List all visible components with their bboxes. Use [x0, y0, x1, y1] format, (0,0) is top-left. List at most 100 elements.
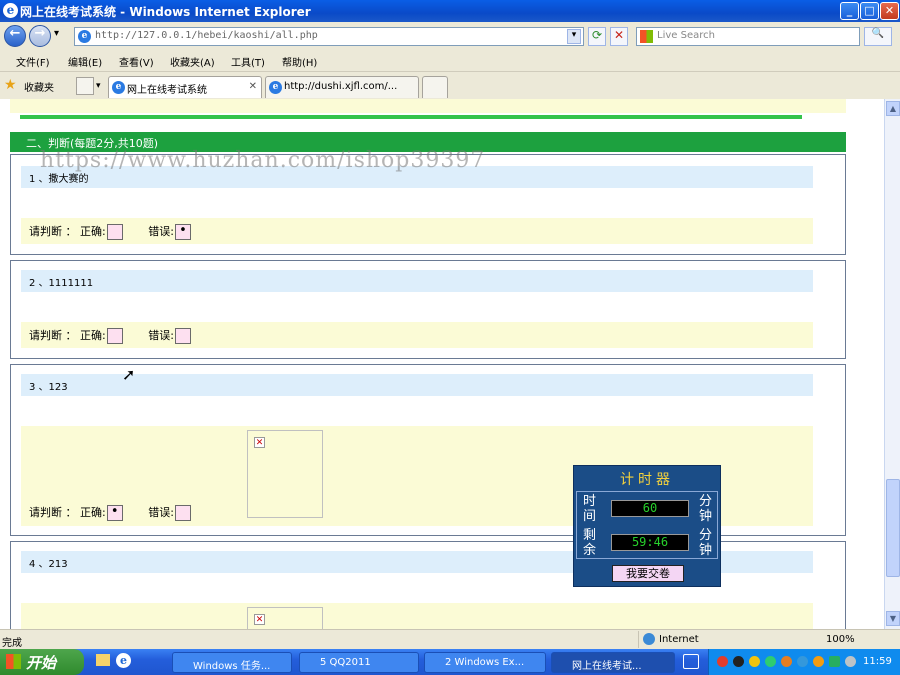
ie-tab-icon: e	[269, 81, 282, 94]
broken-image-icon: ✕	[254, 437, 265, 448]
zoom-level[interactable]: 100%	[826, 634, 855, 645]
close-button[interactable]: ✕	[880, 2, 899, 20]
question-card-2: 2 、1111111 请判断 ： 正确: 错误:	[10, 260, 846, 359]
menu-view[interactable]: 查看(V)	[119, 54, 154, 69]
scroll-up-icon[interactable]: ▲	[886, 101, 900, 116]
language-bar-icon[interactable]	[683, 654, 699, 669]
remaining-time-display: 59:46	[611, 534, 689, 551]
menu-file[interactable]: 文件(F)	[16, 54, 50, 69]
remaining-time-label: 剩余	[583, 528, 597, 558]
window-title-bar[interactable]: e 网上在线考试系统 - Windows Internet Explorer _…	[0, 0, 900, 22]
broken-image: ✕	[247, 430, 323, 518]
folder-quicklaunch-icon[interactable]	[96, 654, 110, 666]
wrong-label: 错误:	[148, 329, 174, 342]
judge-row: 请判断 ： 正确: 错误:	[29, 327, 213, 344]
judge-row: 请判断 ： 正确: • 错误:	[29, 504, 213, 521]
exam-timer: 计时器 时间 60 分钟 剩余 59:46 分钟 我要交卷	[573, 465, 721, 587]
task-windows-explorer[interactable]: 2 Windows Ex...	[424, 652, 546, 673]
tray-app-icon[interactable]	[765, 656, 776, 667]
tray-app-icon[interactable]	[797, 656, 808, 667]
menu-help[interactable]: 帮助(H)	[282, 54, 317, 69]
tray-app-icon[interactable]	[717, 656, 728, 667]
maximize-button[interactable]: □	[860, 2, 879, 20]
tray-qq-icon[interactable]	[781, 656, 792, 667]
ie-logo-icon: e	[3, 3, 18, 18]
quick-tabs-icon[interactable]	[76, 77, 94, 95]
tray-app-icon[interactable]	[829, 656, 840, 667]
ie-tab-icon: e	[112, 81, 125, 94]
question-title: 2 、1111111	[21, 270, 813, 292]
menu-edit[interactable]: 编辑(E)	[68, 54, 102, 69]
radio-correct[interactable]: •	[106, 505, 123, 521]
vertical-scrollbar[interactable]: ▲ ▼	[884, 99, 900, 629]
search-button[interactable]: 🔍	[864, 27, 892, 46]
history-dropdown-icon[interactable]: ▾	[54, 28, 59, 39]
globe-icon	[643, 633, 655, 645]
tab-label: 网上在线考试系统	[127, 85, 207, 96]
search-input[interactable]: Live Search	[636, 27, 860, 46]
refresh-button[interactable]: ⟳	[588, 27, 606, 46]
tray-shield-icon[interactable]	[813, 656, 824, 667]
tab-exam-system[interactable]: e 网上在线考试系统 ✕	[108, 76, 262, 98]
timer-panel: 时间 60 分钟 剩余 59:46 分钟	[576, 491, 718, 559]
address-text: http://127.0.0.1/hebei/kaoshi/all.php	[95, 30, 318, 41]
address-dropdown-icon[interactable]: ▾	[567, 29, 581, 44]
task-qq[interactable]: 5 QQ2011	[299, 652, 419, 673]
radio-correct[interactable]	[106, 224, 123, 240]
scroll-thumb[interactable]	[886, 479, 900, 577]
back-button[interactable]: ←	[4, 25, 26, 47]
forward-button[interactable]: →	[29, 25, 51, 47]
correct-label: 正确:	[80, 506, 106, 519]
address-field[interactable]: e http://127.0.0.1/hebei/kaoshi/all.php …	[74, 27, 584, 46]
windows-logo-icon	[6, 654, 21, 669]
tab-dushi[interactable]: e http://dushi.xjfl.com/...	[265, 76, 419, 98]
radio-wrong[interactable]	[174, 505, 191, 521]
taskbar: 开始 e Windows 任务... 5 QQ2011 2 Windows Ex…	[0, 649, 900, 675]
favorites-star-icon[interactable]: ★	[4, 77, 17, 93]
tray-app-icon[interactable]	[733, 656, 744, 667]
clock: 11:59	[863, 656, 892, 667]
answer-bar: 请判断 ： 正确: 错误: •	[21, 218, 813, 244]
task-exam-browser[interactable]: 网上在线考试...	[551, 652, 675, 673]
submit-exam-button[interactable]: 我要交卷	[612, 565, 684, 582]
stop-button[interactable]: ✕	[610, 27, 628, 46]
start-button[interactable]: 开始	[0, 649, 84, 675]
judge-row: 请判断 ： 正确: 错误: •	[29, 223, 213, 240]
answer-bar: 请判断 ： 正确: 错误:	[21, 322, 813, 348]
wrong-label: 错误:	[148, 225, 174, 238]
task-windows-taskmgr[interactable]: Windows 任务...	[172, 652, 292, 673]
minimize-button[interactable]: _	[840, 2, 859, 20]
mouse-cursor-icon: ➚	[122, 365, 136, 384]
tab-list-dropdown-icon[interactable]: ▾	[96, 81, 101, 91]
judge-prompt: 请判断 ：	[29, 329, 77, 342]
menu-bar: 文件(F) 编辑(E) 查看(V) 收藏夹(A) 工具(T) 帮助(H)	[0, 50, 900, 72]
divider	[20, 115, 802, 119]
tab-label: http://dushi.xjfl.com/...	[284, 81, 398, 92]
tab-close-icon[interactable]: ✕	[249, 81, 257, 92]
menu-tools[interactable]: 工具(T)	[231, 54, 265, 69]
radio-wrong[interactable]: •	[174, 224, 191, 240]
ie-quicklaunch-icon[interactable]: e	[116, 653, 131, 668]
status-text: 完成	[2, 638, 22, 649]
total-minutes-display: 60	[611, 500, 689, 517]
tray-app-icon[interactable]	[749, 656, 760, 667]
previous-answer-bar	[10, 99, 846, 113]
question-title: 3 、123	[21, 374, 813, 396]
radio-wrong[interactable]	[174, 328, 191, 344]
tab-bar: ★ 收藏夹 ▾ e 网上在线考试系统 ✕ e http://dushi.xjfl…	[0, 73, 900, 99]
new-tab-button[interactable]	[422, 76, 448, 98]
total-unit-label: 分钟	[699, 494, 713, 524]
zone-label: Internet	[659, 634, 699, 645]
tray-volume-icon[interactable]	[845, 656, 856, 667]
menu-favorites[interactable]: 收藏夹(A)	[170, 54, 215, 69]
status-bar: 完成 Internet 100%	[0, 629, 900, 649]
radio-correct[interactable]	[106, 328, 123, 344]
favorites-button[interactable]: 收藏夹	[24, 79, 54, 94]
broken-image: ✕	[247, 607, 323, 629]
broken-image-icon: ✕	[254, 614, 265, 625]
scroll-down-icon[interactable]: ▼	[886, 611, 900, 626]
page-content: 二、判断(每题2分,共10题) 1 、撒大赛的 请判断 ： 正确: 错误: • 2…	[0, 99, 884, 629]
page-icon: e	[78, 30, 91, 43]
wrong-label: 错误:	[148, 506, 174, 519]
watermark: https://www.huzhan.com/ishop39397	[40, 148, 486, 173]
